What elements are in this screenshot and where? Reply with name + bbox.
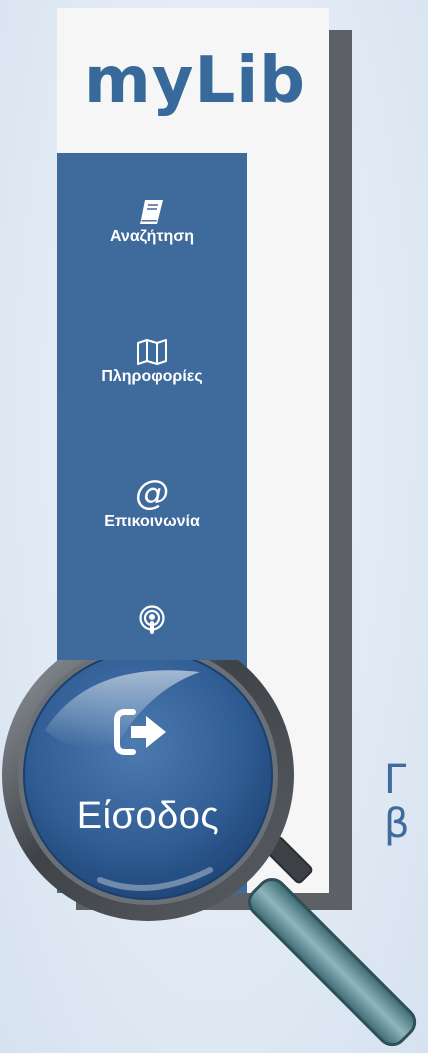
sidebar-item-label: Πληροφορίες bbox=[101, 368, 203, 385]
magnifier-sign-in-label[interactable]: Είσοδος bbox=[18, 795, 278, 838]
logo[interactable]: myLib bbox=[57, 8, 329, 153]
map-icon bbox=[137, 339, 167, 365]
sidebar-item-contact[interactable]: @ Επικοινωνία bbox=[57, 475, 247, 531]
magnifier-overlay[interactable] bbox=[0, 660, 428, 1053]
podcast-icon bbox=[139, 605, 165, 634]
sidebar-item-label: Αναζήτηση bbox=[109, 228, 195, 245]
sidebar-item-info[interactable]: Πληροφορίες bbox=[57, 338, 247, 386]
sidebar-item-label: Επικοινωνία bbox=[104, 513, 200, 530]
sidebar-item-search[interactable]: Αναζήτηση bbox=[57, 198, 247, 246]
book-icon bbox=[140, 200, 163, 224]
logo-text: myLib bbox=[84, 43, 306, 118]
magnifier-handle bbox=[247, 877, 417, 1047]
sidebar-item-podcast[interactable] bbox=[57, 605, 247, 637]
at-icon: @ bbox=[135, 473, 169, 513]
